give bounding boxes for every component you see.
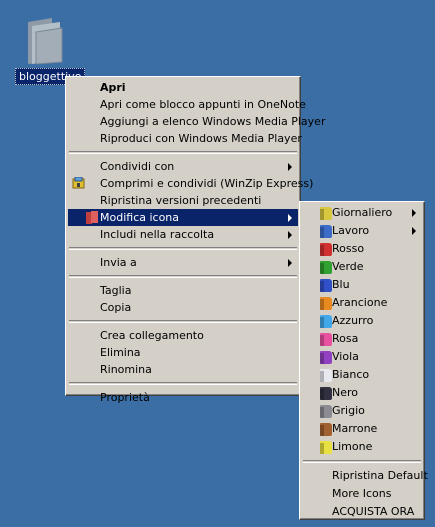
folder-color-icon bbox=[86, 211, 98, 224]
submenu-item-more-icons[interactable]: More Icons bbox=[302, 485, 422, 503]
menu-item-share-with[interactable]: Condividi con bbox=[68, 158, 298, 175]
submenu-item-marrone[interactable]: Marrone bbox=[302, 420, 422, 438]
menu-item-restore-versions[interactable]: Ripristina versioni precedenti bbox=[68, 192, 298, 209]
folder-color-icon bbox=[320, 315, 332, 328]
submenu-item-giornaliero[interactable]: Giornaliero bbox=[302, 204, 422, 222]
submenu-arrow-icon bbox=[288, 259, 292, 267]
menu-separator bbox=[69, 382, 297, 385]
folder-color-icon bbox=[320, 297, 332, 310]
submenu-item-label: Rosso bbox=[332, 242, 365, 255]
folder-icon bbox=[28, 18, 63, 65]
submenu-item-acquista-ora[interactable]: ACQUISTA ORA bbox=[302, 503, 422, 521]
submenu-item-label: Verde bbox=[332, 260, 364, 273]
submenu-item-label: Limone bbox=[332, 440, 373, 453]
menu-item-label: Copia bbox=[100, 301, 132, 314]
submenu-item-label: Arancione bbox=[332, 296, 388, 309]
menu-item-delete[interactable]: Elimina bbox=[68, 344, 298, 361]
menu-item-label: Taglia bbox=[100, 284, 132, 297]
menu-separator bbox=[69, 320, 297, 323]
submenu-arrow-icon bbox=[288, 214, 292, 222]
menu-item-apri[interactable]: Apri bbox=[68, 79, 298, 96]
menu-item-label: Modifica icona bbox=[100, 211, 180, 224]
menu-item-label: Invia a bbox=[100, 256, 137, 269]
menu-item-label: Apri bbox=[100, 81, 126, 94]
folder-color-icon bbox=[320, 333, 332, 346]
folder-color-icon bbox=[320, 405, 332, 418]
submenu-item-nero[interactable]: Nero bbox=[302, 384, 422, 402]
icon-submenu: Giornaliero Lavoro Rosso Verde Blu Arancione A… bbox=[299, 201, 428, 521]
menu-item-send-to[interactable]: Invia a bbox=[68, 254, 298, 271]
submenu-item-viola[interactable]: Viola bbox=[302, 348, 422, 366]
submenu-item-label: Viola bbox=[332, 350, 359, 363]
menu-item-onenote[interactable]: Apri come blocco appunti in OneNote bbox=[68, 96, 306, 113]
submenu-item-label: Ripristina Default bbox=[332, 469, 428, 482]
submenu-item-label: Lavoro bbox=[332, 224, 370, 237]
submenu-item-ripristina-default[interactable]: Ripristina Default bbox=[302, 467, 428, 485]
submenu-arrow-icon bbox=[412, 227, 416, 235]
submenu-arrow-icon bbox=[412, 209, 416, 217]
folder-color-icon bbox=[320, 351, 332, 364]
submenu-item-lavoro[interactable]: Lavoro bbox=[302, 222, 422, 240]
submenu-item-grigio[interactable]: Grigio bbox=[302, 402, 422, 420]
submenu-item-rosa[interactable]: Rosa bbox=[302, 330, 422, 348]
folder-color-icon bbox=[320, 261, 332, 274]
submenu-item-blu[interactable]: Blu bbox=[302, 276, 422, 294]
submenu-item-label: Blu bbox=[332, 278, 350, 291]
submenu-item-label: Bianco bbox=[332, 368, 370, 381]
menu-item-create-shortcut[interactable]: Crea collegamento bbox=[68, 327, 298, 344]
menu-item-winzip[interactable]: Comprimi e condividi (WinZip Express) bbox=[68, 175, 313, 192]
submenu-item-bianco[interactable]: Bianco bbox=[302, 366, 422, 384]
submenu-item-label: Azzurro bbox=[332, 314, 374, 327]
menu-separator bbox=[303, 460, 421, 463]
menu-separator bbox=[69, 247, 297, 250]
menu-item-label: Ripristina versioni precedenti bbox=[100, 194, 262, 207]
menu-item-play-wmp[interactable]: Riproduci con Windows Media Player bbox=[68, 130, 302, 147]
menu-item-label: Includi nella raccolta bbox=[100, 228, 215, 241]
menu-item-label: Elimina bbox=[100, 346, 141, 359]
folder-color-icon bbox=[320, 279, 332, 292]
context-menu: Apri Apri come blocco appunti in OneNote… bbox=[65, 76, 325, 404]
submenu-item-label: ACQUISTA ORA bbox=[332, 505, 415, 518]
submenu-arrow-icon bbox=[288, 163, 292, 171]
folder-color-icon bbox=[320, 207, 332, 220]
menu-item-include-library[interactable]: Includi nella raccolta bbox=[68, 226, 298, 243]
submenu-item-label: More Icons bbox=[332, 487, 392, 500]
folder-color-icon bbox=[320, 243, 332, 256]
submenu-item-arancione[interactable]: Arancione bbox=[302, 294, 422, 312]
menu-item-label: Aggiungi a elenco Windows Media Player bbox=[100, 115, 326, 128]
menu-item-label: Proprietà bbox=[100, 391, 150, 404]
menu-item-change-icon[interactable]: Modifica icona bbox=[68, 209, 298, 226]
menu-item-label: Rinomina bbox=[100, 363, 152, 376]
menu-separator bbox=[69, 151, 297, 154]
submenu-item-label: Nero bbox=[332, 386, 359, 399]
submenu-item-limone[interactable]: Limone bbox=[302, 438, 422, 456]
menu-item-label: Riproduci con Windows Media Player bbox=[100, 132, 302, 145]
folder-color-icon bbox=[320, 225, 332, 238]
submenu-arrow-icon bbox=[288, 231, 292, 239]
menu-item-label: Condividi con bbox=[100, 160, 175, 173]
folder-color-icon bbox=[320, 369, 332, 382]
folder-color-icon bbox=[320, 423, 332, 436]
menu-item-label: Comprimi e condividi (WinZip Express) bbox=[100, 177, 314, 190]
folder-color-icon bbox=[320, 441, 332, 454]
submenu-item-azzurro[interactable]: Azzurro bbox=[302, 312, 422, 330]
folder-color-icon bbox=[320, 387, 332, 400]
menu-separator bbox=[69, 275, 297, 278]
submenu-item-label: Giornaliero bbox=[332, 206, 393, 219]
menu-item-copy[interactable]: Copia bbox=[68, 299, 298, 316]
menu-item-rename[interactable]: Rinomina bbox=[68, 361, 298, 378]
winzip-icon bbox=[72, 177, 85, 189]
submenu-item-verde[interactable]: Verde bbox=[302, 258, 422, 276]
menu-item-properties[interactable]: Proprietà bbox=[68, 389, 298, 406]
menu-item-label: Apri come blocco appunti in OneNote bbox=[100, 98, 306, 111]
submenu-item-rosso[interactable]: Rosso bbox=[302, 240, 422, 258]
submenu-item-label: Grigio bbox=[332, 404, 365, 417]
menu-item-label: Crea collegamento bbox=[100, 329, 204, 342]
menu-item-add-wmp[interactable]: Aggiungi a elenco Windows Media Player bbox=[68, 113, 325, 130]
menu-item-cut[interactable]: Taglia bbox=[68, 282, 298, 299]
submenu-item-label: Rosa bbox=[332, 332, 359, 345]
submenu-item-label: Marrone bbox=[332, 422, 378, 435]
